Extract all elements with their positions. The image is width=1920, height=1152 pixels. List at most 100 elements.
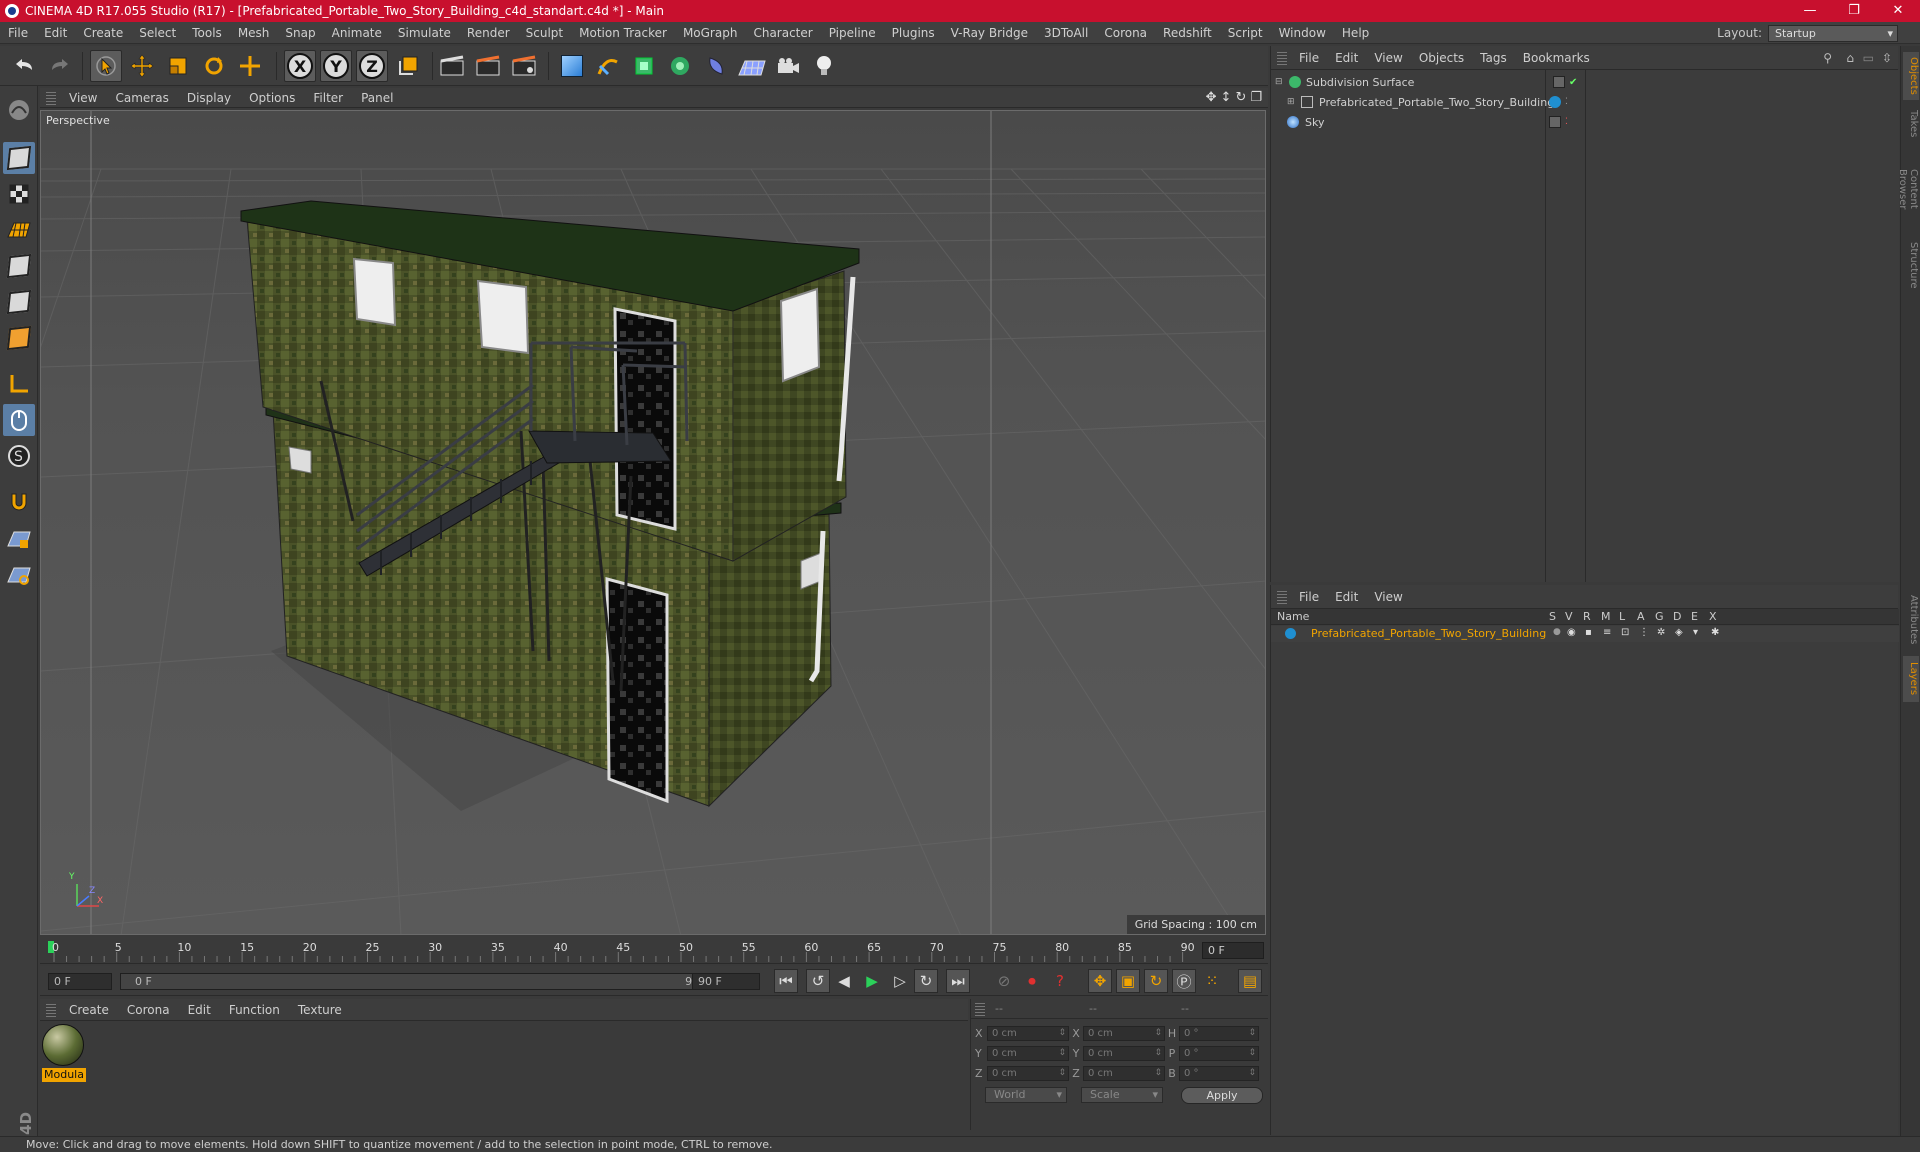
object-menu-tags[interactable]: Tags	[1472, 51, 1515, 65]
key-pla-button[interactable]: ⁙	[1200, 969, 1224, 993]
menu-create[interactable]: Create	[75, 26, 131, 40]
edges-mode-button[interactable]	[3, 286, 35, 318]
timeline-window-button[interactable]: ▤	[1238, 969, 1262, 993]
menu-redshift[interactable]: Redshift	[1155, 26, 1220, 40]
size-mode-dropdown[interactable]: Scale	[1081, 1087, 1163, 1103]
key-rotation-button[interactable]: ↻	[1144, 969, 1168, 993]
keyframe-selection-button[interactable]: ?	[1048, 969, 1072, 993]
orbit-icon[interactable]: ↻	[1235, 90, 1246, 105]
menu-plugins[interactable]: Plugins	[884, 26, 943, 40]
key-scale-button[interactable]: ▣	[1116, 969, 1140, 993]
object-row-subdivision-surface[interactable]: ⊟ Subdivision Surface ✔	[1275, 73, 1577, 91]
material-menu-function[interactable]: Function	[220, 1003, 289, 1017]
position-z-field[interactable]: 0 cm	[987, 1066, 1069, 1081]
tab-takes[interactable]: Takes	[1903, 104, 1919, 144]
move-tool-button[interactable]	[126, 50, 158, 82]
coordinate-system-button[interactable]	[392, 50, 424, 82]
tweak-mode-button[interactable]	[3, 404, 35, 436]
y-axis-button[interactable]: Y	[320, 50, 352, 82]
menu-vray-bridge[interactable]: V-Ray Bridge	[943, 26, 1036, 40]
layer-menu-file[interactable]: File	[1291, 590, 1327, 604]
snap-button[interactable]: S	[3, 440, 35, 472]
go-to-previous-key-button[interactable]: ↺	[806, 969, 830, 993]
add-camera-button[interactable]	[772, 50, 804, 82]
transform-tool-button[interactable]	[234, 50, 266, 82]
menu-pipeline[interactable]: Pipeline	[821, 26, 884, 40]
expression-icon[interactable]: ▾	[1693, 627, 1698, 638]
render-icon[interactable]: ▪	[1585, 627, 1592, 638]
position-y-field[interactable]: 0 cm	[987, 1046, 1069, 1061]
position-x-field[interactable]: 0 cm	[987, 1026, 1069, 1041]
material-menu-texture[interactable]: Texture	[289, 1003, 351, 1017]
viewport-menu-filter[interactable]: Filter	[304, 91, 352, 105]
lock-workplane-button[interactable]	[3, 524, 35, 556]
menu-render[interactable]: Render	[459, 26, 518, 40]
axis-mode-button[interactable]	[3, 368, 35, 400]
key-parameter-button[interactable]: Ⓟ	[1172, 969, 1196, 993]
collapse-icon[interactable]: ⊟	[1275, 77, 1285, 87]
dolly-icon[interactable]: ↕	[1221, 90, 1232, 105]
layer-menu-edit[interactable]: Edit	[1327, 590, 1366, 604]
current-frame-field[interactable]: 0 F	[1202, 942, 1264, 959]
workplane-mode-button[interactable]	[3, 214, 35, 246]
texture-tag-icon[interactable]	[1549, 116, 1561, 128]
animation-icon[interactable]: ⋮	[1639, 627, 1649, 638]
play-button[interactable]: ▶	[860, 969, 884, 993]
render-settings-button[interactable]	[508, 50, 540, 82]
menu-corona[interactable]: Corona	[1096, 26, 1155, 40]
generator-icon[interactable]: ✲	[1657, 627, 1665, 638]
workplane-align-button[interactable]	[3, 560, 35, 592]
size-y-field[interactable]: 0 cm	[1083, 1046, 1165, 1061]
object-menu-bookmarks[interactable]: Bookmarks	[1515, 51, 1598, 65]
menu-script[interactable]: Script	[1220, 26, 1271, 40]
menu-mesh[interactable]: Mesh	[230, 26, 278, 40]
rotation-p-field[interactable]: 0 °	[1179, 1046, 1259, 1061]
key-position-button[interactable]: ✥	[1088, 969, 1112, 993]
material-menu-corona[interactable]: Corona	[118, 1003, 179, 1017]
layer-row[interactable]: Prefabricated_Portable_Two_Story_Buildin…	[1271, 626, 1899, 642]
rotate-tool-button[interactable]	[198, 50, 230, 82]
undo-button[interactable]	[8, 50, 40, 82]
x-axis-button[interactable]: X	[284, 50, 316, 82]
new-window-icon[interactable]: ▭	[1863, 51, 1874, 65]
object-menu-edit[interactable]: Edit	[1327, 51, 1366, 65]
view-eye-icon[interactable]: ◉	[1567, 627, 1576, 638]
add-generator-button[interactable]	[628, 50, 660, 82]
xref-icon[interactable]: ✱	[1711, 627, 1719, 638]
menu-window[interactable]: Window	[1271, 26, 1334, 40]
lock-icon[interactable]: ⊡	[1621, 627, 1629, 638]
menu-tools[interactable]: Tools	[184, 26, 230, 40]
manager-icon[interactable]: ≡	[1603, 627, 1611, 638]
menu-select[interactable]: Select	[131, 26, 184, 40]
tab-content-browser[interactable]: Content Browser	[1897, 146, 1919, 232]
frame-range-slider[interactable]: 0 F 90 F	[120, 973, 724, 990]
render-view-button[interactable]	[436, 50, 468, 82]
model-mode-button[interactable]	[3, 142, 35, 174]
redo-button[interactable]	[44, 50, 76, 82]
layout-dropdown[interactable]: Startup	[1768, 24, 1898, 42]
points-mode-button[interactable]	[3, 250, 35, 282]
rotation-b-field[interactable]: 0 °	[1179, 1066, 1259, 1081]
go-to-end-button[interactable]: ⏭	[946, 969, 970, 993]
apply-button[interactable]: Apply	[1181, 1087, 1263, 1104]
enabled-check-icon[interactable]: ✔	[1569, 77, 1577, 88]
tab-objects[interactable]: Objects	[1903, 52, 1919, 100]
add-cube-button[interactable]	[556, 50, 588, 82]
visibility-dots-icon[interactable]: ⁚	[1565, 97, 1568, 107]
menu-mograph[interactable]: MoGraph	[675, 26, 746, 40]
viewport-menu-panel[interactable]: Panel	[352, 91, 402, 105]
material-item[interactable]: Modula	[42, 1024, 86, 1082]
start-frame-field[interactable]: 0 F	[48, 973, 112, 990]
add-array-button[interactable]	[664, 50, 696, 82]
menu-character[interactable]: Character	[745, 26, 820, 40]
viewport-menu-display[interactable]: Display	[178, 91, 240, 105]
perspective-viewport[interactable]: Perspective Y X Z Grid Spacing : 100 cm	[40, 110, 1266, 935]
next-frame-button[interactable]: ▷	[888, 969, 912, 993]
home-icon[interactable]: ⌂	[1846, 51, 1854, 65]
scale-tool-button[interactable]	[162, 50, 194, 82]
size-x-field[interactable]: 0 cm	[1083, 1026, 1165, 1041]
tab-attributes[interactable]: Attributes	[1903, 588, 1919, 652]
maximize-view-icon[interactable]: ❐	[1250, 90, 1262, 105]
layer-menu-view[interactable]: View	[1366, 590, 1410, 604]
menu-snap[interactable]: Snap	[277, 26, 323, 40]
